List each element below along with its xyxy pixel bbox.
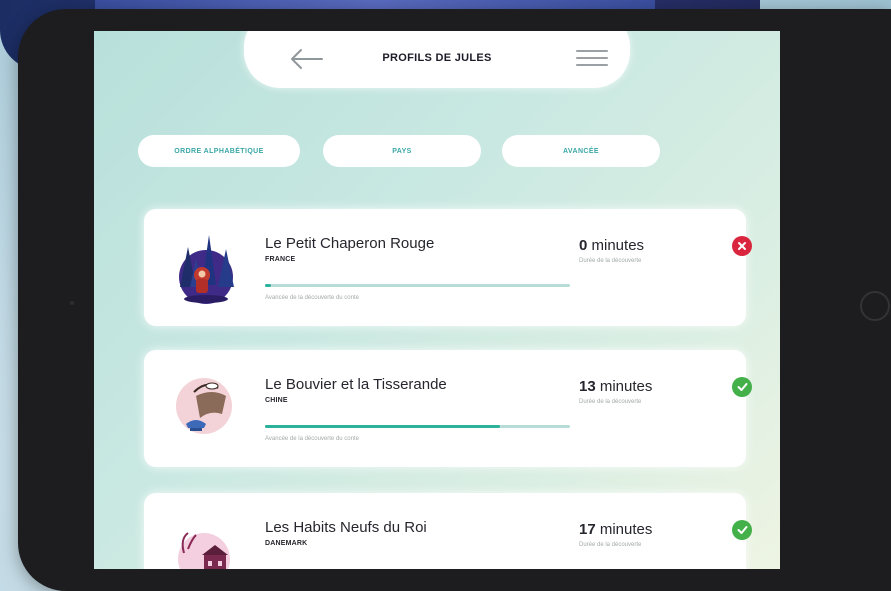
duration-label: Durée de la découverte xyxy=(579,542,642,548)
filter-country-button[interactable]: PAYS xyxy=(323,135,481,167)
filter-alphabetical-button[interactable]: ORDRE ALPHABÉTIQUE xyxy=(138,135,300,167)
discovery-progress-fill xyxy=(265,284,272,287)
minutes-value: 13 minutes xyxy=(579,378,653,395)
forest-red-riding-hood-icon xyxy=(179,235,234,304)
duration-label: Durée de la découverte xyxy=(579,258,642,264)
home-button[interactable] xyxy=(860,291,890,321)
story-title: Les Habits Neufs du Roi xyxy=(265,519,427,536)
check-circle-icon[interactable] xyxy=(732,520,752,540)
story-card[interactable]: Les Habits Neufs du Roi DANEMARK 17 minu… xyxy=(144,493,752,569)
minutes-value: 0 minutes xyxy=(579,237,645,254)
discovery-progress-bar xyxy=(265,425,570,428)
camera-icon xyxy=(70,301,74,305)
duration-label: Durée de la découverte xyxy=(579,399,642,405)
discovery-progress-fill xyxy=(265,425,500,428)
minutes-value: 17 minutes xyxy=(579,521,653,538)
story-country: FRANCE xyxy=(265,256,296,263)
story-country: CHINE xyxy=(265,397,288,404)
progress-label: Avancée de la découverte du conte xyxy=(265,436,359,442)
discovery-progress-bar xyxy=(265,284,570,287)
page-title: PROFILS DE JULES xyxy=(382,52,492,64)
hamburger-menu-icon[interactable] xyxy=(576,46,608,70)
progress-label: Avancée de la découverte du conte xyxy=(265,295,359,301)
check-circle-icon[interactable] xyxy=(732,377,752,397)
story-card[interactable]: Le Petit Chaperon Rouge FRANCE Avancée d… xyxy=(144,209,752,326)
story-country: DANEMARK xyxy=(265,540,308,547)
app-screen: PROFILS DE JULES ORDRE ALPHABÉTIQUE PAYS… xyxy=(94,31,780,569)
story-title: Le Bouvier et la Tisserande xyxy=(265,376,447,393)
story-card[interactable]: Le Bouvier et la Tisserande CHINE Avancé… xyxy=(144,350,752,467)
bridge-magpie-icon xyxy=(176,378,232,434)
filter-progress-button[interactable]: AVANCÉE xyxy=(502,135,660,167)
header-bar: PROFILS DE JULES xyxy=(244,31,630,88)
palace-tree-icon xyxy=(178,532,230,569)
story-title: Le Petit Chaperon Rouge xyxy=(265,235,435,252)
close-circle-icon[interactable] xyxy=(732,236,752,256)
